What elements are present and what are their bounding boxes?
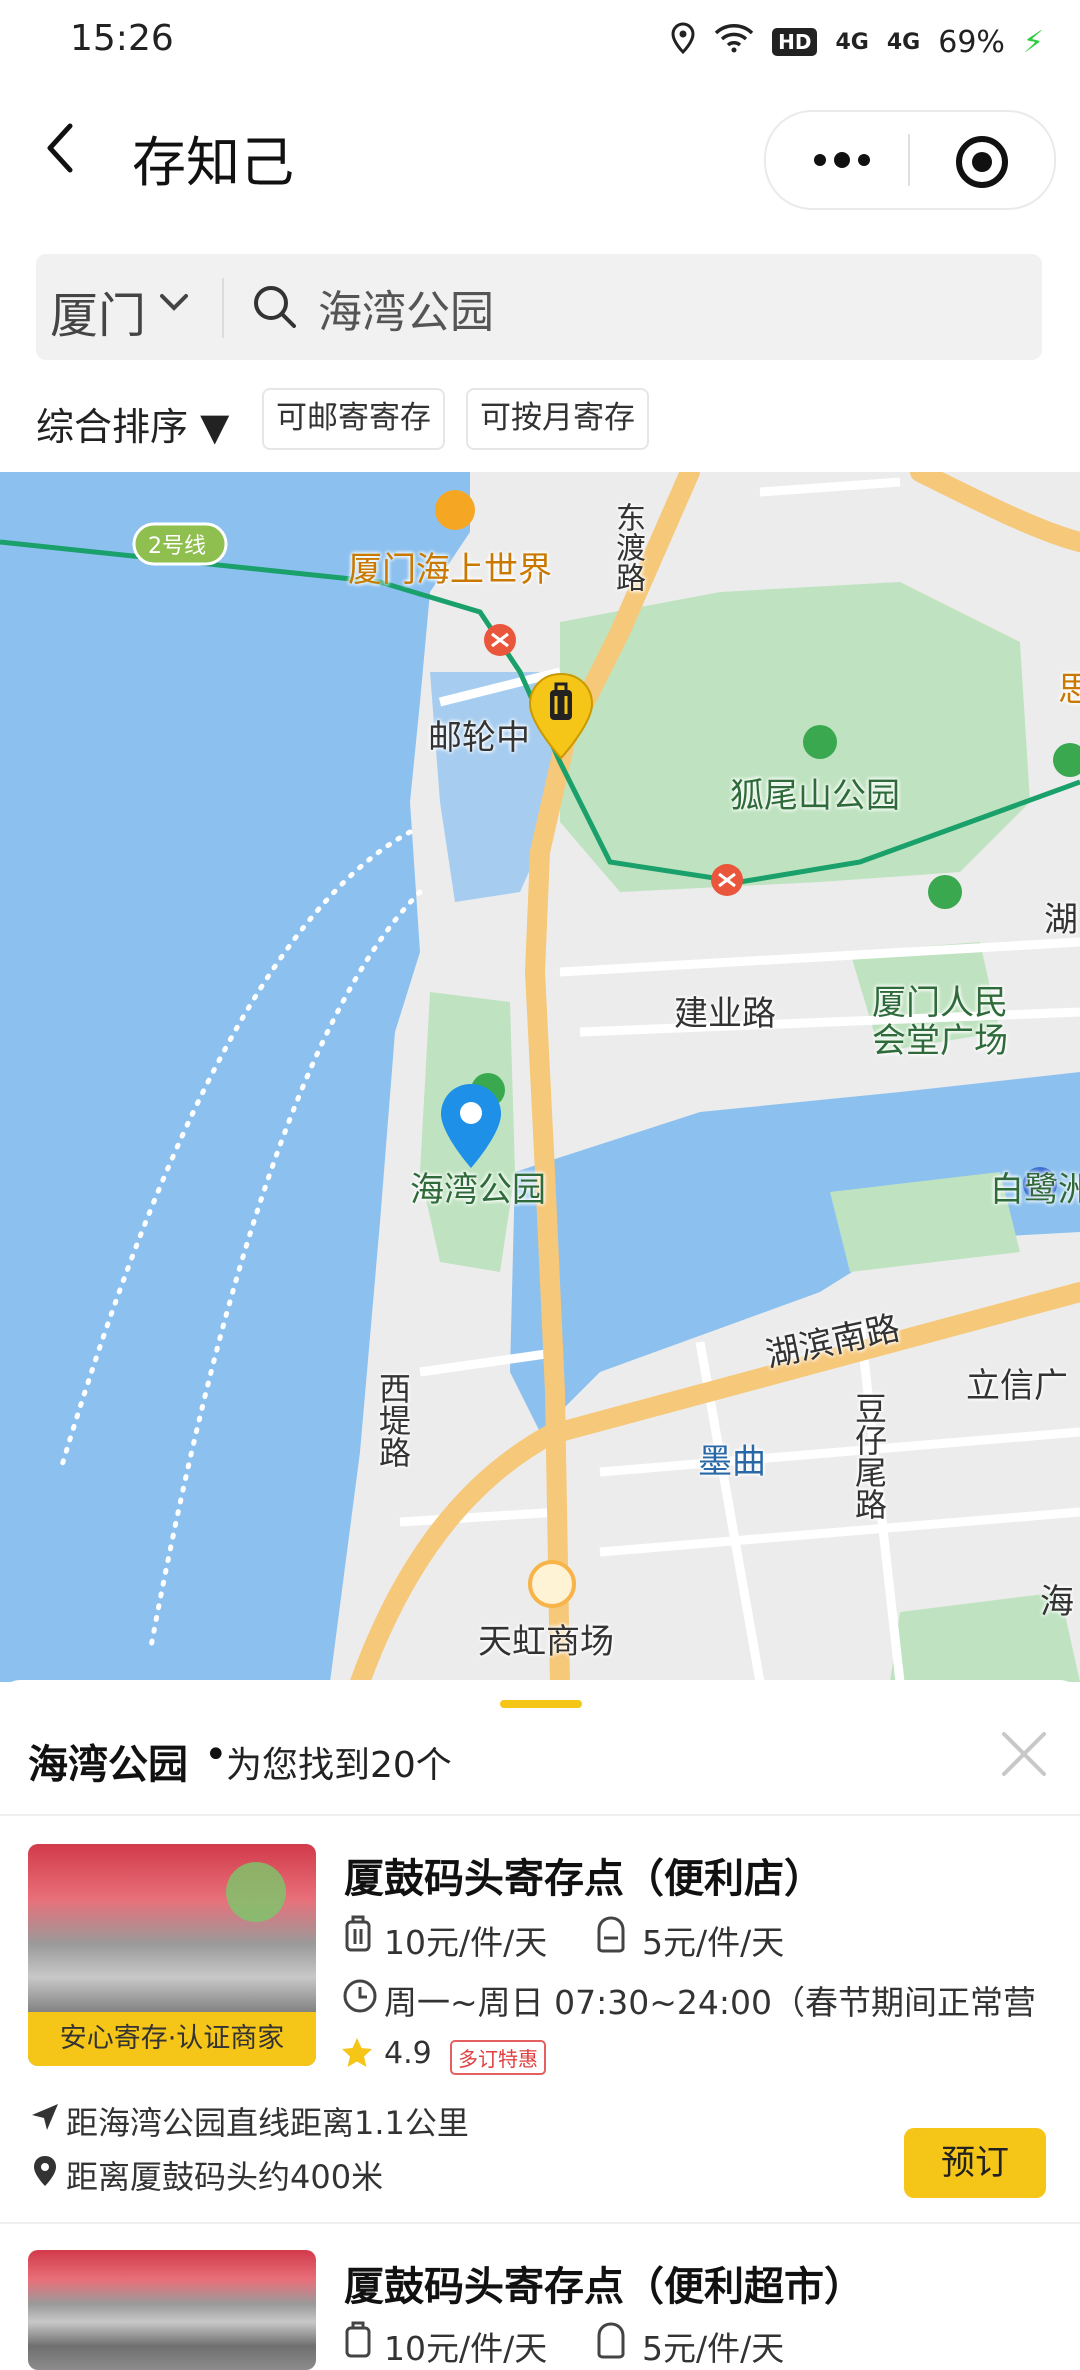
filter-chip-monthly[interactable]: 可按月寄存 xyxy=(466,388,649,450)
page-title: 存知己 xyxy=(132,131,294,194)
close-miniprogram-button[interactable] xyxy=(954,134,1010,190)
hd-badge: HD xyxy=(772,28,818,56)
more-button[interactable] xyxy=(802,140,882,180)
drag-handle[interactable] xyxy=(500,1700,582,1708)
search-bar: 厦门 海湾公园 xyxy=(36,254,1042,360)
opening-hours: 周一~周日 07:30~24:00（春节期间正常营… xyxy=(384,1983,1034,2022)
status-icons: HD 4G 4G 69% ⚡ xyxy=(670,18,1044,66)
map-label-si-edge: 思 xyxy=(1058,670,1080,710)
miniprogram-capsule xyxy=(764,110,1056,210)
close-panel-button[interactable] xyxy=(996,1726,1052,1782)
result-count: 为您找到20个 xyxy=(226,1745,452,1786)
map-label-bailu: 白鹭洲 xyxy=(990,1170,1080,1210)
storage-pin[interactable] xyxy=(526,672,596,762)
status-bar: 15:26 HD 4G 4G 69% ⚡ xyxy=(0,0,1080,84)
search-icon xyxy=(250,282,298,334)
wifi-icon xyxy=(714,23,754,61)
promo-badge: 多订特惠 xyxy=(450,2040,546,2075)
store-photo xyxy=(28,2250,316,2370)
price-bag: 5元/件/天 xyxy=(642,2329,785,2368)
charging-icon: ⚡ xyxy=(1022,24,1044,60)
map-label-jianye-road: 建业路 xyxy=(674,994,776,1034)
verified-badge: 安心寄存·认证商家 xyxy=(28,2012,316,2066)
walk-distance-line: 距离厦鼓码头约400米 xyxy=(66,2158,384,2196)
signal-1-icon: 4G xyxy=(835,29,869,55)
store-thumbnail[interactable] xyxy=(28,2250,316,2370)
star-icon xyxy=(340,2036,374,2074)
panel-divider xyxy=(0,1814,1080,1816)
signal-2-icon: 4G xyxy=(886,29,921,55)
more-dots-icon xyxy=(814,152,870,168)
map-label-renmin-huitang: 厦门人民会堂广场 xyxy=(872,983,1008,1061)
store-photo-detail xyxy=(226,1862,286,1922)
back-icon xyxy=(47,123,73,173)
rating: 4.9 xyxy=(384,2036,432,2071)
distance-line: 距海湾公园直线距离1.1公里 xyxy=(66,2104,469,2142)
map-label-youlun: 邮轮中 xyxy=(428,718,530,758)
chevron-down-icon[interactable] xyxy=(156,284,192,324)
price-bag: 5元/件/天 xyxy=(642,1923,785,1962)
book-button[interactable]: 预订 xyxy=(904,2128,1046,2198)
map-canvas[interactable] xyxy=(0,472,1080,1682)
capsule-divider xyxy=(908,134,910,186)
back-button[interactable] xyxy=(40,118,100,198)
search-divider xyxy=(222,278,224,338)
sort-dropdown[interactable]: 综合排序 ▼ xyxy=(36,396,229,451)
backpack-icon xyxy=(594,2320,628,2364)
map-label-hu-edge: 湖 xyxy=(1044,900,1078,940)
filter-chip-mail[interactable]: 可邮寄寄存 xyxy=(262,388,445,450)
price-luggage: 10元/件/天 xyxy=(384,2329,548,2368)
luggage-pin-icon xyxy=(528,672,594,760)
map-label-douzaiwei: 豆仔尾路 xyxy=(850,1392,888,1520)
card-divider xyxy=(0,2222,1080,2224)
map-label-dongdu-road: 东渡路 xyxy=(610,502,645,592)
luggage-icon xyxy=(344,2320,372,2364)
backpack-icon xyxy=(594,1914,628,1958)
close-icon xyxy=(1002,1732,1046,1776)
battery-text: 69% xyxy=(938,24,1005,60)
map-label-hai-edge: 海 xyxy=(1040,1582,1074,1622)
map-view[interactable]: 厦门海上世界 东渡路 2号线 邮轮中 狐尾山公园 建业路 厦门人民会堂广场 白鹭… xyxy=(0,472,1080,1682)
city-selector[interactable]: 厦门 xyxy=(50,276,146,346)
location-pin-icon xyxy=(441,1084,501,1168)
map-label-haishang-shijie: 厦门海上世界 xyxy=(348,550,552,590)
result-place: 海湾公园 xyxy=(28,1742,188,1788)
map-label-line2: 2号线 xyxy=(148,534,206,559)
map-label-xidi-road: 西堤路 xyxy=(374,1372,412,1468)
price-luggage: 10元/件/天 xyxy=(384,1923,548,1962)
location-status-icon xyxy=(670,22,696,62)
store-name[interactable]: 厦鼓码头寄存点（便利超市） xyxy=(344,2254,864,2312)
map-label-tianhong: 天虹商场 xyxy=(478,1622,614,1662)
clock-icon xyxy=(342,1978,378,2018)
map-label-huweishan: 狐尾山公园 xyxy=(730,776,900,816)
search-input[interactable]: 海湾公园 xyxy=(318,276,494,340)
luggage-icon xyxy=(344,1914,372,1958)
target-icon xyxy=(956,136,1008,188)
status-time: 15:26 xyxy=(70,18,174,59)
store-name[interactable]: 厦鼓码头寄存点（便利店） xyxy=(344,1846,824,1904)
navigation-arrow-icon xyxy=(30,2102,60,2136)
location-icon xyxy=(32,2154,58,2192)
search-location-pin[interactable] xyxy=(438,1082,504,1172)
map-label-lixin: 立信广 xyxy=(966,1366,1068,1406)
store-thumbnail[interactable]: 安心寄存·认证商家 xyxy=(28,1844,316,2066)
result-separator: • xyxy=(204,1732,228,1778)
map-label-mouqu: 墨曲 xyxy=(698,1442,766,1482)
